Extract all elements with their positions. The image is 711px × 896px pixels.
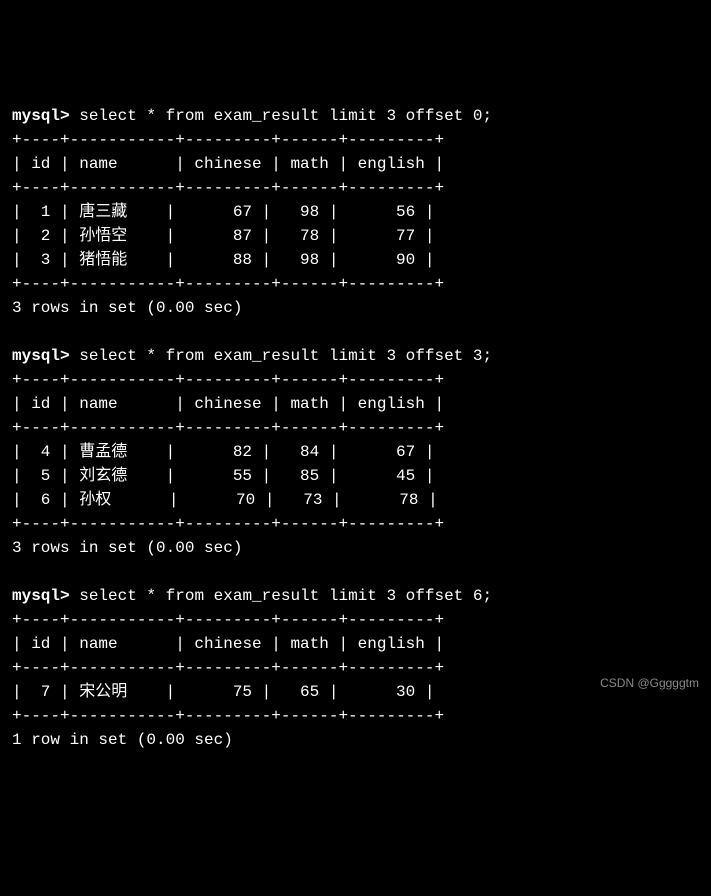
status-text: 3 rows in set (0.00 sec) xyxy=(12,299,242,317)
sql-command: select * from exam_result limit 3 offset… xyxy=(79,347,492,365)
table-row: | 3 | 猪悟能 | 88 | 98 | 90 | xyxy=(12,251,434,269)
mysql-prompt[interactable]: mysql> xyxy=(12,107,70,125)
table-border-bottom: +----+-----------+---------+------+-----… xyxy=(12,275,444,293)
table-border-mid: +----+-----------+---------+------+-----… xyxy=(12,419,444,437)
table-border-top: +----+-----------+---------+------+-----… xyxy=(12,131,444,149)
sql-command: select * from exam_result limit 3 offset… xyxy=(79,107,492,125)
table-border-bottom: +----+-----------+---------+------+-----… xyxy=(12,707,444,725)
table-header: | id | name | chinese | math | english | xyxy=(12,635,444,653)
table-border-mid: +----+-----------+---------+------+-----… xyxy=(12,179,444,197)
terminal-output: mysql> select * from exam_result limit 3… xyxy=(12,104,699,752)
table-border-mid: +----+-----------+---------+------+-----… xyxy=(12,659,444,677)
mysql-prompt[interactable]: mysql> xyxy=(12,347,70,365)
table-row: | 1 | 唐三藏 | 67 | 98 | 56 | xyxy=(12,203,434,221)
mysql-prompt[interactable]: mysql> xyxy=(12,587,70,605)
table-border-top: +----+-----------+---------+------+-----… xyxy=(12,611,444,629)
table-border-bottom: +----+-----------+---------+------+-----… xyxy=(12,515,444,533)
table-row: | 6 | 孙权 | 70 | 73 | 78 | xyxy=(12,491,438,509)
table-header: | id | name | chinese | math | english | xyxy=(12,395,444,413)
table-row: | 5 | 刘玄德 | 55 | 85 | 45 | xyxy=(12,467,434,485)
sql-command: select * from exam_result limit 3 offset… xyxy=(79,587,492,605)
query-block-3: mysql> select * from exam_result limit 3… xyxy=(12,584,699,752)
query-block-1: mysql> select * from exam_result limit 3… xyxy=(12,104,699,320)
table-border-top: +----+-----------+---------+------+-----… xyxy=(12,371,444,389)
table-row: | 7 | 宋公明 | 75 | 65 | 30 | xyxy=(12,683,434,701)
table-row: | 4 | 曹孟德 | 82 | 84 | 67 | xyxy=(12,443,434,461)
table-header: | id | name | chinese | math | english | xyxy=(12,155,444,173)
query-block-2: mysql> select * from exam_result limit 3… xyxy=(12,344,699,560)
status-text: 3 rows in set (0.00 sec) xyxy=(12,539,242,557)
table-row: | 2 | 孙悟空 | 87 | 78 | 77 | xyxy=(12,227,434,245)
status-text: 1 row in set (0.00 sec) xyxy=(12,731,233,749)
watermark-text: CSDN @Gggggtm xyxy=(600,674,699,692)
